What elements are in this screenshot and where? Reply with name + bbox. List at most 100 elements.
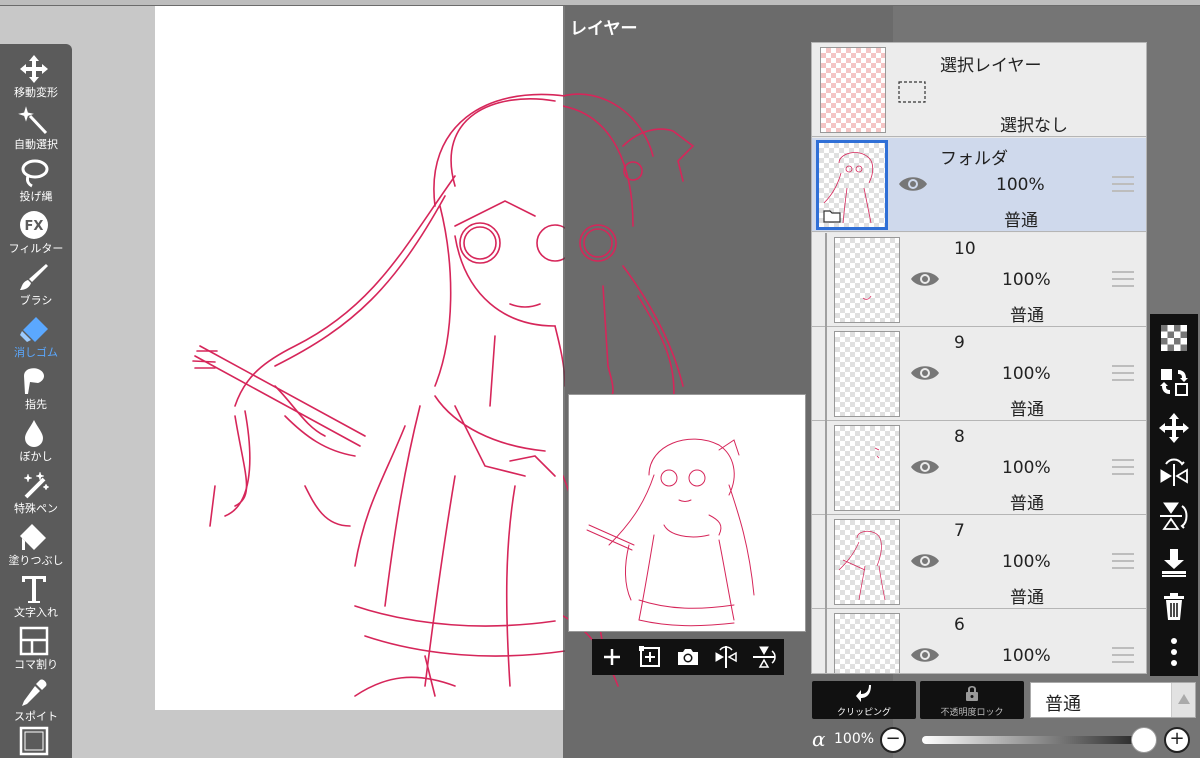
tool-color[interactable]	[0, 724, 72, 758]
tool-label: 消しゴム	[14, 346, 58, 359]
layer-opacity: 100%	[1002, 364, 1051, 384]
sketch-artwork	[192, 93, 565, 697]
tool-finger[interactable]: 指先	[0, 364, 72, 416]
layer-row-folder[interactable]: フォルダ 100% 普通	[812, 138, 1146, 232]
tree-line	[825, 233, 827, 327]
camera-icon[interactable]	[674, 643, 702, 671]
tool-auto-select[interactable]: 自動選択	[0, 104, 72, 156]
tool-blur[interactable]: ぼかし	[0, 416, 72, 468]
add-layer-icon[interactable]	[598, 643, 626, 671]
finger-icon	[24, 368, 44, 394]
layer-row-8[interactable]: 8 100% 普通	[812, 421, 1146, 515]
tool-lasso[interactable]: 投げ縄	[0, 156, 72, 208]
drag-handle-icon[interactable]	[1112, 176, 1134, 192]
layer-list[interactable]: 選択レイヤー 選択なし フォルダ 100% 普通 10 100% 普通 9 10…	[811, 42, 1147, 674]
lock-icon	[966, 686, 978, 701]
canvas-preview[interactable]	[568, 394, 806, 632]
opacity-slider-knob[interactable]	[1131, 727, 1157, 753]
transparency-checker-icon[interactable]	[1158, 322, 1190, 354]
color-swatch-icon	[19, 726, 49, 756]
clipping-arrow-icon	[856, 685, 871, 702]
layer-opacity: 100%	[1002, 458, 1051, 478]
tool-label: 特殊ペン	[14, 502, 58, 515]
tool-label: ブラシ	[19, 294, 53, 307]
layer-row-10[interactable]: 10 100% 普通	[812, 233, 1146, 327]
opacity-slider[interactable]	[922, 736, 1146, 744]
selection-layer-title: 選択レイヤー	[940, 56, 1042, 76]
layer-thumbnail	[816, 140, 888, 230]
layer-thumbnail	[834, 237, 900, 323]
tree-line	[825, 327, 827, 421]
layer-actions-toolbar	[1150, 314, 1198, 676]
tool-label: 自動選択	[14, 138, 58, 151]
layer-row-6[interactable]: 6 100%	[812, 609, 1146, 673]
drawing-canvas[interactable]	[155, 6, 565, 710]
opacity-decrease-button[interactable]: −	[880, 727, 906, 753]
tool-label: 移動変形	[14, 86, 58, 99]
tool-eraser[interactable]: 消しゴム	[0, 312, 72, 364]
tool-text[interactable]: 文字入れ	[0, 572, 72, 624]
tree-line	[825, 421, 827, 515]
preview-sketch	[586, 438, 755, 627]
layer-thumb-sketch	[874, 447, 880, 459]
opacity-lock-button[interactable]: 不透明度ロック	[920, 681, 1024, 719]
tool-label: スポイト	[14, 710, 58, 723]
layer-blend-mode: 普通	[1010, 400, 1044, 420]
tree-line	[825, 515, 827, 609]
flip-layer-vertical-icon[interactable]	[1158, 500, 1190, 532]
opacity-lock-label: 不透明度ロック	[940, 708, 1004, 718]
visibility-eye-icon[interactable]	[910, 269, 940, 289]
tool-frame-divider[interactable]: コマ割り	[0, 624, 72, 676]
fx-icon: FX	[20, 211, 48, 239]
blend-mode-select[interactable]: 普通	[1030, 682, 1196, 718]
bucket-icon	[20, 524, 46, 550]
drag-handle-icon[interactable]	[1112, 647, 1134, 663]
visibility-eye-icon[interactable]	[898, 174, 928, 194]
visibility-eye-icon[interactable]	[910, 551, 940, 571]
select-arrow[interactable]	[1171, 683, 1195, 717]
drag-handle-icon[interactable]	[1112, 459, 1134, 475]
visibility-eye-icon[interactable]	[910, 457, 940, 477]
merge-down-icon[interactable]	[1158, 546, 1190, 578]
tool-brush[interactable]: ブラシ	[0, 260, 72, 312]
flip-layer-horizontal-icon[interactable]	[1158, 456, 1190, 488]
layer-swap-icon[interactable]	[1158, 366, 1190, 398]
flip-vertical-icon[interactable]	[750, 643, 778, 671]
tool-filter[interactable]: FX フィルター	[0, 208, 72, 260]
tool-label: 投げ縄	[19, 190, 53, 203]
layer-name: 8	[954, 427, 965, 447]
add-layer-from-image-icon[interactable]	[636, 643, 664, 671]
layer-opacity: 100%	[1002, 646, 1051, 666]
text-icon	[22, 576, 46, 603]
layer-opacity: 100%	[1002, 270, 1051, 290]
layer-blend-mode: 普通	[1004, 211, 1038, 231]
opacity-increase-button[interactable]: +	[1164, 727, 1190, 753]
tool-eyedropper[interactable]: スポイト	[0, 676, 72, 728]
magic-wand-icon	[18, 106, 48, 135]
layer-name: フォルダ	[940, 149, 1008, 169]
drag-handle-icon[interactable]	[1112, 553, 1134, 569]
tool-special-pen[interactable]: 特殊ペン	[0, 468, 72, 520]
drop-icon	[25, 420, 43, 447]
more-options-icon[interactable]	[1158, 636, 1190, 668]
visibility-eye-icon[interactable]	[910, 363, 940, 383]
clipping-button[interactable]: クリッピング	[812, 681, 916, 719]
drag-handle-icon[interactable]	[1112, 365, 1134, 381]
layer-blend-mode: 普通	[1010, 588, 1044, 608]
selection-layer-row[interactable]: 選択レイヤー 選択なし	[812, 43, 1146, 137]
trash-icon[interactable]	[1158, 590, 1190, 622]
drag-handle-icon[interactable]	[1112, 271, 1134, 287]
special-pen-icon	[23, 471, 50, 499]
move-layer-icon[interactable]	[1158, 412, 1190, 444]
layer-row-7[interactable]: 7 100% 普通	[812, 515, 1146, 609]
tool-label: 指先	[25, 398, 47, 411]
tool-move-transform[interactable]: 移動変形	[0, 52, 72, 104]
tree-line	[825, 609, 827, 673]
layer-panel-title: レイヤー	[570, 19, 638, 39]
flip-horizontal-icon[interactable]	[712, 643, 740, 671]
tool-fill[interactable]: 塗りつぶし	[0, 520, 72, 572]
move-arrows-icon	[20, 55, 48, 83]
svg-text:FX: FX	[25, 219, 44, 234]
visibility-eye-icon[interactable]	[910, 645, 940, 665]
layer-row-9[interactable]: 9 100% 普通	[812, 327, 1146, 421]
